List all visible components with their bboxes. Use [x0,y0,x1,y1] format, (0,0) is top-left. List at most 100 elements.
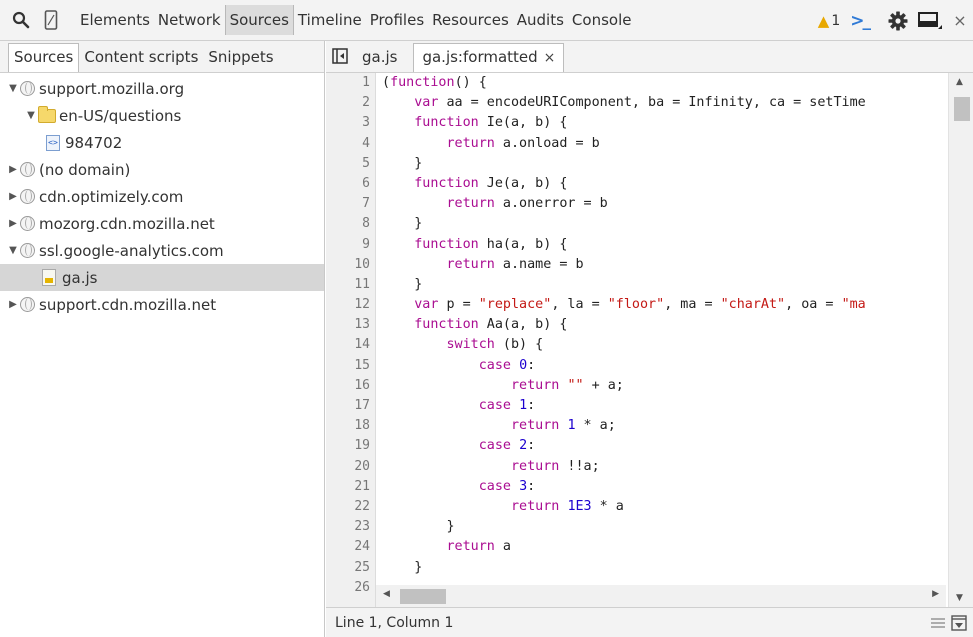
tab-resources[interactable]: Resources [428,5,513,35]
code-line: case 3: [478,478,536,494]
tree-item[interactable]: ▶ cdn.optimizely.com [0,183,324,210]
warning-counter[interactable]: ▲ 1 [818,12,840,30]
toggle-navigator-icon[interactable] [326,40,354,72]
line-number: 1 [362,75,370,90]
expanded-triangle-icon[interactable]: ▼ [6,245,20,256]
line-number: 21 [354,478,370,494]
globe-icon [20,189,35,204]
tree-item[interactable]: ▼ support.mozilla.org [0,75,324,102]
line-number: 6 [362,175,370,191]
navigator-tab-content-scripts[interactable]: Content scripts [79,44,203,72]
tab-audits[interactable]: Audits [513,5,568,35]
code-line: function Aa(a, b) { [414,317,568,333]
gear-icon[interactable] [883,0,913,41]
js-file-icon [42,269,56,286]
line-number: 11 [354,276,370,292]
navigator-tabs: Sources Content scripts Snippets [0,41,324,73]
code-line: } [382,519,455,535]
tree-item[interactable]: ▶ mozorg.cdn.mozilla.net [0,210,324,237]
code-line: } [382,276,423,292]
code-line: case 0: [478,357,536,373]
horizontal-scrollbar[interactable]: ◀ ▶ [376,585,946,607]
code-line: } [382,559,423,575]
tab-console[interactable]: Console [568,5,636,35]
tab-profiles[interactable]: Profiles [366,5,428,35]
scroll-left-icon[interactable]: ◀ [383,589,390,599]
tree-item[interactable]: ▼ en-US/questions [0,102,324,129]
tree-item[interactable]: ▼ ssl.google-analytics.com [0,237,324,264]
collapsed-triangle-icon[interactable]: ▶ [6,191,20,202]
tree-item-label: 984702 [65,133,123,152]
close-tab-icon[interactable]: × [544,50,556,66]
line-number: 13 [354,317,370,333]
warning-icon: ▲ [817,11,830,30]
cursor-position: Line 1, Column 1 [335,614,454,631]
line-number: 22 [354,498,370,514]
line-number: 4 [362,135,370,151]
line-number: 12 [354,297,370,313]
code-line: function Je(a, b) { [414,175,568,191]
tab-elements[interactable]: Elements [76,5,154,35]
globe-icon [20,81,35,96]
tree-item-label: mozorg.cdn.mozilla.net [39,214,215,233]
code-line: return a [446,539,512,555]
line-number: 17 [354,398,370,413]
devtools-toolbar: Elements Network Sources Timeline Profiles Re… [0,0,973,41]
scroll-right-icon[interactable]: ▶ [932,589,939,599]
editor-panel: ga.js ga.js:formatted × 1 2 3 4 5 6 7 8 9 10 11 12 13 1… [326,41,973,637]
collapsed-triangle-icon[interactable]: ▶ [6,299,20,310]
line-number: 16 [354,377,370,393]
tree-item[interactable]: ▶ support.cdn.mozilla.net [0,291,324,318]
tab-network[interactable]: Network [154,5,225,35]
code-area[interactable]: (function() { var aa = encodeURIComponen… [376,73,946,607]
search-icon[interactable] [6,0,36,41]
code-line: var aa = encodeURIComponent, ba = Infini… [414,95,866,111]
scroll-down-icon[interactable]: ▼ [956,593,963,603]
tree-item-label: en-US/questions [59,106,182,125]
tree-item-label: support.mozilla.org [39,79,185,98]
file-tab-label: ga.js [362,48,398,66]
collapsed-triangle-icon[interactable]: ▶ [6,164,20,175]
code-editor[interactable]: 1 2 3 4 5 6 7 8 9 10 11 12 13 14 15 16 17 18 19 20 21 22 23 24 2… [326,73,973,607]
format-lines-icon[interactable] [931,617,945,633]
file-tab-ga-js-formatted[interactable]: ga.js:formatted × [413,43,565,72]
tab-timeline[interactable]: Timeline [294,5,366,35]
code-line: function ha(a, b) { [414,236,568,252]
navigator-tab-snippets[interactable]: Snippets [203,44,278,72]
file-tab-ga-js[interactable]: ga.js [354,44,405,72]
tree-item-label: ssl.google-analytics.com [39,241,224,260]
line-number: 9 [362,236,370,252]
line-number: 2 [362,95,370,111]
tab-sources[interactable]: Sources [224,5,294,35]
navigator-tab-sources[interactable]: Sources [8,43,80,72]
line-number: 18 [354,418,370,434]
console-drawer-icon[interactable]: >_ [850,11,871,31]
code-line: switch (b) { [446,337,544,353]
line-number: 7 [362,196,370,212]
line-number: 26 [354,579,370,595]
tree-item[interactable]: ga.js [0,264,324,291]
collapsed-triangle-icon[interactable]: ▶ [6,218,20,229]
status-bar: Line 1, Column 1 [326,607,973,637]
expanded-triangle-icon[interactable]: ▼ [24,110,38,121]
vertical-scroll-thumb[interactable] [954,97,970,121]
close-icon[interactable]: × [947,0,973,41]
editor-tabs: ga.js ga.js:formatted × [326,41,973,73]
file-tab-list: ga.js ga.js:formatted × [354,40,565,72]
dock-icon[interactable] [913,0,947,41]
scroll-up-icon[interactable]: ▲ [956,77,963,87]
line-number: 5 [362,155,370,171]
code-line: return a.onload = b [446,135,600,151]
code-line: return !!a; [511,458,600,474]
expanded-triangle-icon[interactable]: ▼ [6,83,20,94]
vertical-scrollbar[interactable]: ▲ ▼ [948,73,973,607]
horizontal-scroll-thumb[interactable] [400,589,446,604]
code-line: return "" + a; [511,377,624,393]
tree-item[interactable]: ▶ (no domain) [0,156,324,183]
line-number: 20 [354,458,370,474]
device-mode-icon[interactable] [36,0,66,41]
tree-item[interactable]: <> 984702 [0,129,324,156]
line-number: 24 [354,539,370,555]
line-number: 19 [354,438,370,454]
toggle-debugger-icon[interactable] [951,615,967,635]
